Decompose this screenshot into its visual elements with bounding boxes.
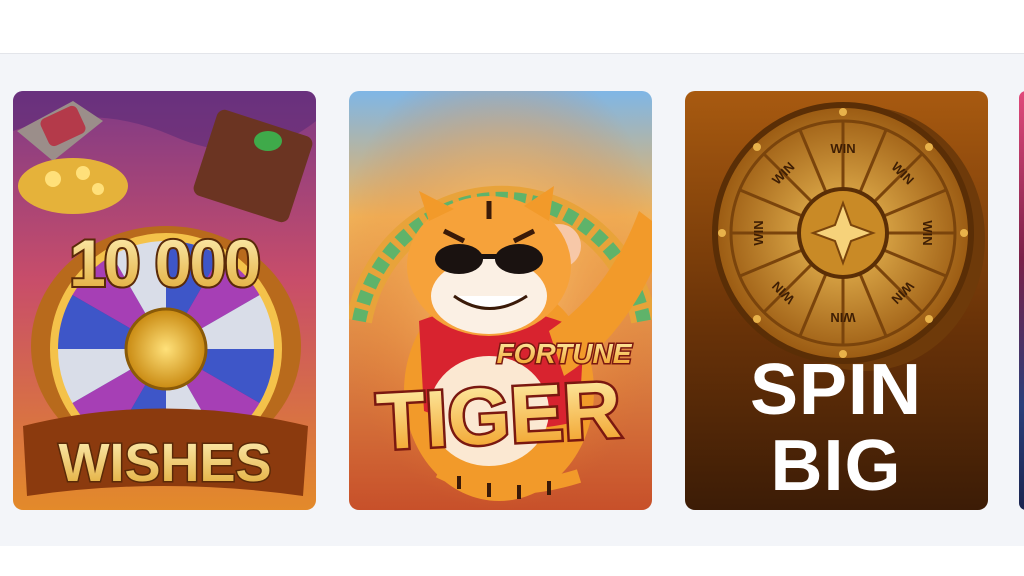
wheel-segment-label: WIN: [920, 220, 935, 245]
wheel-segment-label: WIN: [830, 310, 855, 325]
game-card-partial[interactable]: [1019, 91, 1024, 510]
game-thumbnail-spin-big: WIN WIN WIN WIN WIN WIN WIN WIN SPIN BIG: [685, 91, 988, 510]
game-card-fortune-tiger[interactable]: FORTUNE TIGER: [349, 91, 652, 510]
wheel-segment-label: WIN: [751, 220, 766, 245]
game-title-number: 10 000: [69, 226, 259, 300]
game-thumbnail-10000-wishes: 10 000 WISHES: [13, 91, 316, 510]
game-title-big: BIG: [770, 426, 901, 506]
game-card-spin-big[interactable]: WIN WIN WIN WIN WIN WIN WIN WIN SPIN BIG: [685, 91, 988, 510]
game-title-tiger: TIGER: [374, 365, 623, 467]
game-thumbnail-fortune-tiger: FORTUNE TIGER: [349, 91, 652, 510]
bottom-bar: [0, 546, 1024, 576]
top-header-bar: [0, 0, 1024, 54]
wheel-segment-label: WIN: [830, 141, 855, 156]
game-title-wishes: WISHES: [58, 433, 271, 493]
game-title-spin: SPIN: [750, 350, 922, 430]
game-card-10000-wishes[interactable]: 10 000 WISHES: [13, 91, 316, 510]
